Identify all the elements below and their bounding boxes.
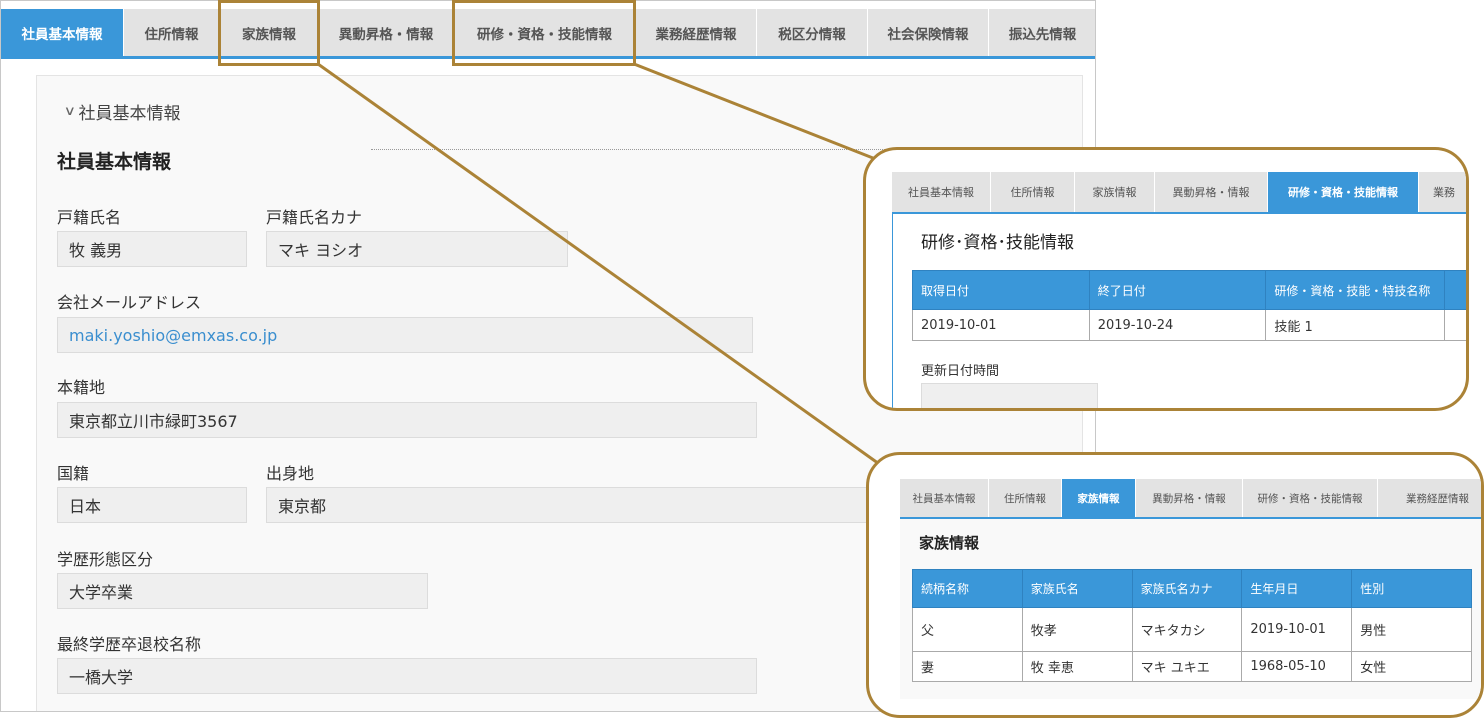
family-col-kana: 家族氏名カナ [1131,569,1243,608]
email-label: 会社メールアドレス [57,293,202,312]
domicile-label: 本籍地 [57,378,106,397]
table-row[interactable]: 2019-10-01 2019-10-24 技能 1 [912,309,1466,341]
email-field[interactable]: maki.yoshio@emxas.co.jp [57,317,753,353]
table-row[interactable]: 父 牧孝 マキタカシ 2019-10-01 男性 [912,607,1472,652]
tab-tax[interactable]: 税区分情報 [757,9,868,56]
training-col-acquired: 取得日付 [912,270,1090,310]
training-cell: 技能 1 [1265,309,1446,341]
highlight-training-tab [452,0,636,66]
birthplace-field[interactable]: 東京都 [266,487,886,523]
family-table: 続柄名称 家族氏名 家族氏名カナ 生年月日 性別 父 牧孝 マキタカシ 2019… [912,569,1472,682]
legal-name-field[interactable]: 牧 義男 [57,231,247,267]
updated-field[interactable] [921,383,1098,408]
education-type-label: 学歴形態区分 [57,550,154,569]
ctab-family[interactable]: 家族情報 [1075,172,1155,212]
ctab-transfer[interactable]: 異動昇格・情報 [1155,172,1268,212]
training-cell: 2019-10-24 [1088,309,1267,341]
section-toggle-label: 社員基本情報 [78,104,181,124]
family-col-name: 家族氏名 [1021,569,1133,608]
family-col-gender: 性別 [1351,569,1472,608]
training-table: 取得日付 終了日付 研修・資格・技能・特技名称 2019-10-01 2019-… [912,270,1466,341]
family-cell: 牧孝 [1021,607,1133,652]
callout-training-tab-underline [892,212,1466,214]
ctab-career[interactable]: 業務 [1419,172,1466,212]
divider [371,149,891,150]
birthplace-label: 出身地 [266,464,315,483]
legal-name-label: 戸籍氏名 [57,208,122,227]
updated-label: 更新日付時間 [921,364,1000,379]
table-row[interactable]: 妻 牧 幸恵 マキ ユキエ 1968-05-10 女性 [912,651,1472,682]
training-cell: 2019-10-01 [912,309,1090,341]
family-col-birthdate: 生年月日 [1241,569,1353,608]
ctab-family[interactable]: 家族情報 [1062,479,1136,517]
family-cell: 男性 [1351,607,1472,652]
callout-family-tabbar: 社員基本情報 住所情報 家族情報 異動昇格・情報 研修・資格・技能情報 業務経歴… [900,479,1481,517]
tab-bank[interactable]: 振込先情報 [989,9,1095,56]
family-cell: 妻 [912,651,1023,682]
tab-insurance[interactable]: 社会保険情報 [868,9,989,56]
section-toggle[interactable]: ∨ 社員基本情報 [63,99,181,124]
ctab-basic-info[interactable]: 社員基本情報 [892,172,991,212]
highlight-family-tab [218,0,320,66]
family-col-relation: 続柄名称 [912,569,1023,608]
training-col-ended: 終了日付 [1088,270,1267,310]
tab-basic-info[interactable]: 社員基本情報 [1,9,124,56]
tab-career[interactable]: 業務経歴情報 [636,9,757,56]
ctab-transfer[interactable]: 異動昇格・情報 [1136,479,1243,517]
training-cell [1444,309,1466,341]
school-field[interactable]: 一橋大学 [57,658,757,694]
section-heading: 社員基本情報 [57,151,172,173]
callout-training-border [892,214,893,408]
legal-kana-field[interactable]: マキ ヨシオ [266,231,568,267]
ctab-training[interactable]: 研修・資格・技能情報 [1243,479,1378,517]
legal-kana-label: 戸籍氏名カナ [266,208,363,227]
callout-training-title: 研修･資格･技能情報 [921,233,1074,253]
ctab-address[interactable]: 住所情報 [991,172,1075,212]
family-cell: 女性 [1351,651,1472,682]
chevron-down-icon: ∨ [63,104,76,119]
tab-transfer[interactable]: 異動昇格・情報 [319,9,454,56]
callout-family: 社員基本情報 住所情報 家族情報 異動昇格・情報 研修・資格・技能情報 業務経歴… [866,452,1484,718]
family-cell: 2019-10-01 [1241,607,1353,652]
training-col-name: 研修・資格・技能・特技名称 [1265,270,1446,310]
education-type-field[interactable]: 大学卒業 [57,573,428,609]
school-label: 最終学歴卒退校名称 [57,635,202,654]
family-cell: マキ ユキエ [1131,651,1243,682]
family-cell: マキタカシ [1131,607,1243,652]
ctab-career[interactable]: 業務経歴情報 [1378,479,1481,517]
callout-training: 社員基本情報 住所情報 家族情報 異動昇格・情報 研修・資格・技能情報 業務 研… [863,147,1469,411]
domicile-field[interactable]: 東京都立川市緑町3567 [57,402,757,438]
family-cell: 父 [912,607,1023,652]
ctab-basic-info[interactable]: 社員基本情報 [900,479,989,517]
callout-training-tabbar: 社員基本情報 住所情報 家族情報 異動昇格・情報 研修・資格・技能情報 業務 [892,172,1466,212]
nationality-label: 国籍 [57,464,90,483]
ctab-address[interactable]: 住所情報 [989,479,1062,517]
family-cell: 1968-05-10 [1241,651,1353,682]
training-col-extra [1444,270,1466,310]
tab-address[interactable]: 住所情報 [124,9,220,56]
callout-family-title: 家族情報 [919,534,980,552]
ctab-training[interactable]: 研修・資格・技能情報 [1268,172,1419,212]
family-cell: 牧 幸恵 [1021,651,1133,682]
nationality-field[interactable]: 日本 [57,487,247,523]
